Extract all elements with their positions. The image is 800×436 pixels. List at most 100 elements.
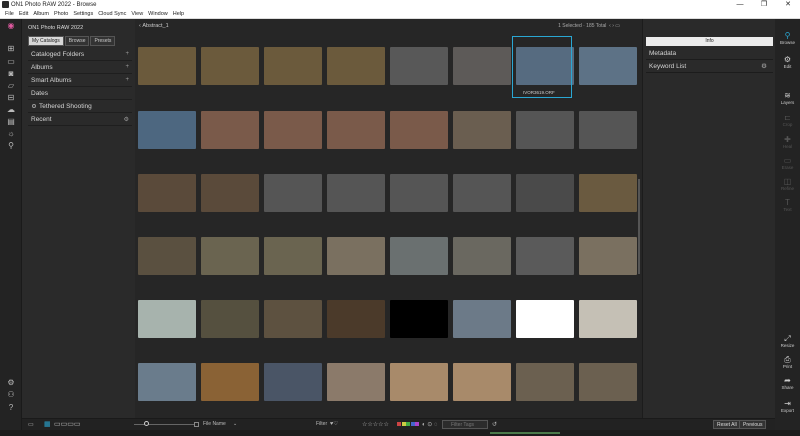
thumbnail[interactable] — [138, 47, 196, 85]
thumbnail[interactable] — [579, 300, 637, 338]
thumbnail[interactable] — [453, 111, 511, 149]
panel-toggle-icon[interactable]: ▭ — [28, 421, 34, 428]
star-rating-filter[interactable]: ☆☆☆☆☆ — [362, 421, 389, 428]
module-layers[interactable]: ≋ Layers — [775, 91, 800, 105]
menu-settings[interactable]: Settings — [73, 11, 93, 17]
thumbnail[interactable] — [390, 174, 448, 212]
thumbnail[interactable] — [138, 237, 196, 275]
action-export[interactable]: ⇥ Export — [775, 399, 800, 413]
nav-smart-albums[interactable]: Smart Albums + — [28, 74, 132, 87]
thumbnail[interactable] — [264, 47, 322, 85]
thumbnail[interactable] — [264, 174, 322, 212]
thumbnail[interactable] — [516, 363, 574, 401]
thumbnail[interactable] — [453, 237, 511, 275]
thumbnail[interactable] — [264, 300, 322, 338]
thumbnail[interactable] — [453, 300, 511, 338]
filter-search-input[interactable]: Filter Tags — [442, 420, 488, 429]
thumbnail[interactable] — [579, 237, 637, 275]
thumbnail[interactable] — [138, 111, 196, 149]
undo-filter-icon[interactable]: ↺ — [492, 421, 497, 428]
thumbnail[interactable] — [327, 47, 385, 85]
action-print[interactable]: ⎙ Print — [775, 355, 800, 369]
thumbnail[interactable] — [327, 300, 385, 338]
thumbnail[interactable] — [201, 363, 259, 401]
sort-checkbox[interactable] — [194, 422, 199, 427]
search-icon[interactable]: ⚲ — [6, 142, 16, 150]
slider-handle[interactable] — [144, 421, 149, 426]
action-share[interactable]: ➦ Share — [775, 376, 800, 390]
maximize-button[interactable]: ❐ — [752, 0, 776, 9]
thumbnail[interactable] — [264, 111, 322, 149]
module-edit[interactable]: ⚙ Edit — [775, 55, 800, 69]
menu-view[interactable]: View — [131, 11, 143, 17]
menu-cloud-sync[interactable]: Cloud Sync — [98, 11, 126, 17]
thumbnail[interactable] — [201, 111, 259, 149]
thumbnail[interactable] — [390, 111, 448, 149]
thumbnail[interactable] — [327, 174, 385, 212]
menu-album[interactable]: Album — [33, 11, 49, 17]
minimize-button[interactable]: — — [728, 0, 752, 9]
thumbnail[interactable] — [264, 237, 322, 275]
like-filter-icon[interactable]: ♥♡ — [330, 421, 338, 427]
sort-field[interactable]: File Name — [203, 421, 226, 427]
thumbnail[interactable] — [453, 174, 511, 212]
close-button[interactable]: ✕ — [776, 0, 800, 9]
thumbnail[interactable] — [579, 111, 637, 149]
color-label-filter[interactable] — [397, 422, 420, 428]
thumbnail[interactable] — [453, 363, 511, 401]
add-icon[interactable]: ⊞ — [6, 45, 16, 53]
add-icon[interactable]: + — [125, 77, 132, 83]
keyword-list-section[interactable]: Keyword List ⚙ — [646, 60, 773, 73]
thumbnail[interactable] — [327, 111, 385, 149]
metadata-section[interactable]: Metadata — [646, 47, 773, 60]
thumbnail[interactable] — [327, 237, 385, 275]
nav-tethered-shooting[interactable]: Tethered Shooting — [28, 100, 132, 113]
thumbnail[interactable] — [516, 237, 574, 275]
breadcrumb[interactable]: ‹ Abstract_1 — [139, 23, 169, 29]
gear-icon[interactable]: ⚙ — [761, 60, 767, 73]
thumbnail[interactable] — [516, 300, 574, 338]
thumbnail[interactable] — [390, 47, 448, 85]
thumbnail[interactable] — [327, 363, 385, 401]
previous-button[interactable]: Previous — [739, 420, 767, 429]
reset-all-button[interactable]: Reset All — [713, 420, 741, 429]
nav-albums[interactable]: Albums + — [28, 61, 132, 74]
menu-edit[interactable]: Edit — [19, 11, 28, 17]
drive-icon[interactable]: ⊟ — [6, 94, 16, 102]
filter-icons[interactable]: ◐ ⊙ ◌ — [422, 421, 438, 428]
menu-file[interactable]: File — [5, 11, 14, 17]
thumbnail[interactable] — [201, 300, 259, 338]
thumbnail[interactable] — [453, 47, 511, 85]
nav-cataloged-folders[interactable]: Cataloged Folders + — [28, 48, 132, 61]
grid-view-icon[interactable]: ▦ — [44, 420, 51, 428]
gear-icon[interactable]: ⚙ — [124, 116, 132, 123]
info-tab[interactable]: Info — [646, 37, 773, 46]
nav-recent[interactable]: Recent ⚙ — [28, 113, 132, 126]
chevron-down-icon[interactable]: ⌄ — [233, 421, 237, 427]
scrollbar[interactable] — [638, 179, 640, 274]
module-browse[interactable]: ⚲ Browse — [775, 31, 800, 45]
thumbnail[interactable] — [390, 300, 448, 338]
menu-photo[interactable]: Photo — [54, 11, 68, 17]
nav-dates[interactable]: Dates — [28, 87, 132, 100]
tab-browse[interactable]: Browse — [64, 36, 90, 46]
thumbnail[interactable] — [516, 174, 574, 212]
thumbnail[interactable] — [138, 363, 196, 401]
thumbnail[interactable] — [138, 174, 196, 212]
detail-view-icon[interactable]: ▭▭▭▭ — [54, 420, 80, 428]
thumbnail[interactable] — [579, 47, 637, 85]
monitor-icon[interactable]: ▭ — [6, 58, 16, 66]
thumbnail[interactable] — [201, 47, 259, 85]
camera-icon[interactable]: ◙ — [6, 70, 16, 78]
menu-help[interactable]: Help — [173, 11, 184, 17]
thumbnail[interactable] — [579, 363, 637, 401]
albums-icon[interactable]: ▤ — [6, 118, 16, 126]
thumb-size-slider[interactable] — [134, 424, 194, 425]
thumbnail[interactable] — [201, 174, 259, 212]
folder-icon[interactable]: ▱ — [6, 82, 16, 90]
action-resize[interactable]: ⤢ Resize — [775, 334, 800, 348]
add-icon[interactable]: + — [125, 51, 132, 57]
user-icon[interactable]: ⚇ — [6, 391, 16, 399]
dates-icon[interactable]: ☼ — [6, 130, 16, 138]
tab-my-catalogs[interactable]: My Catalogs — [28, 36, 64, 46]
